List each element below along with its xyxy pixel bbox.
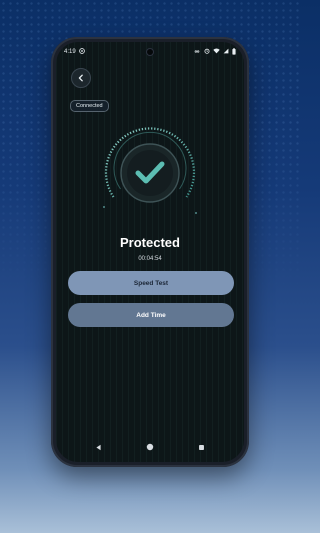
vpn-icon — [78, 48, 85, 56]
back-button[interactable] — [71, 68, 91, 88]
battery-icon — [232, 47, 236, 57]
camera-punch-hole — [147, 49, 153, 55]
app-screen: 4:19 Connected Protected 00:04:54 Speed … — [56, 42, 244, 462]
wifi-icon — [213, 48, 220, 56]
infinity-icon — [193, 49, 201, 56]
dial-core — [127, 150, 173, 196]
sparkle-dot — [103, 206, 105, 208]
protection-dial — [103, 127, 197, 214]
recents-square-icon[interactable] — [198, 438, 205, 456]
sparkle-dot — [195, 212, 197, 214]
system-nav-bar — [56, 440, 244, 454]
session-timer: 00:04:54 — [138, 256, 162, 262]
signal-icon — [223, 48, 229, 56]
back-triangle-icon[interactable] — [95, 438, 102, 456]
add-time-button[interactable]: Add Time — [68, 303, 234, 327]
status-title: Protected — [120, 235, 180, 250]
status-time: 4:19 — [64, 49, 76, 55]
alarm-icon — [204, 48, 210, 56]
home-circle-icon[interactable] — [146, 438, 154, 456]
speed-test-button[interactable]: Speed Test — [68, 271, 234, 295]
phone-frame: 4:19 Connected Protected 00:04:54 Speed … — [51, 37, 249, 467]
connection-badge: Connected — [70, 100, 109, 112]
chevron-left-icon — [77, 69, 85, 87]
